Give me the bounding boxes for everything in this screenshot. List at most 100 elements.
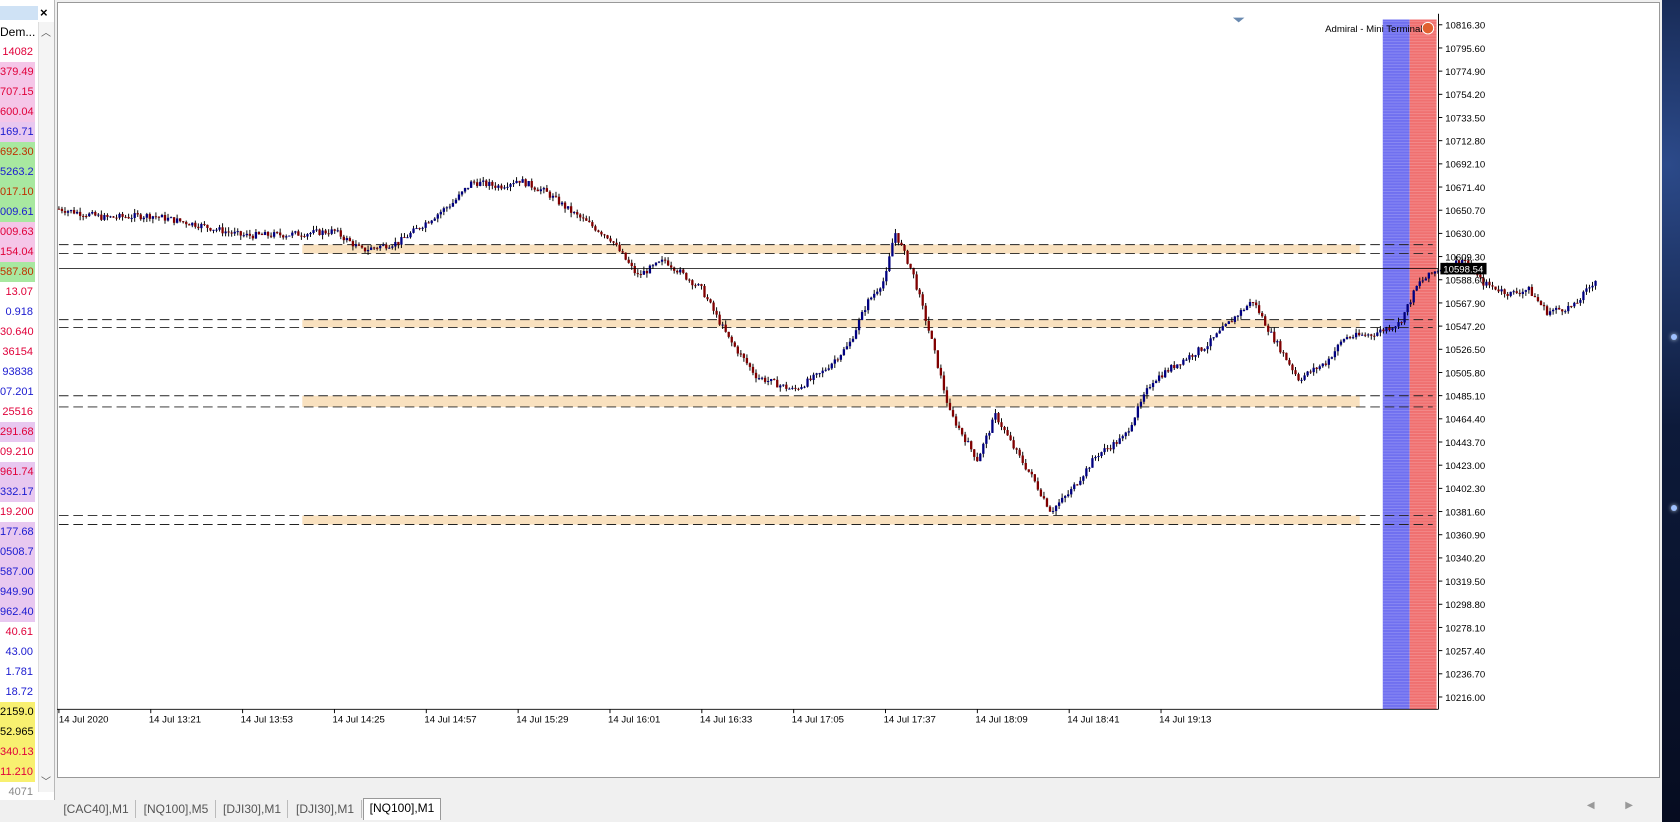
candle-body [57, 208, 61, 210]
candle-body [709, 299, 712, 303]
candle-body [1051, 511, 1055, 513]
candle-body [1003, 426, 1006, 431]
candle-body [660, 259, 664, 262]
candle-body [930, 330, 933, 339]
market-watch-value[interactable]: 52.965 [0, 722, 35, 742]
market-watch-value[interactable]: 587.00 [0, 562, 35, 582]
market-watch-value[interactable]: 07.201 [0, 382, 35, 402]
candle-body [257, 232, 261, 235]
candle-body [1367, 334, 1370, 336]
candle-body [182, 221, 185, 223]
candle-body [169, 217, 173, 219]
candle-body [1591, 285, 1594, 288]
candle-body [1561, 309, 1564, 312]
market-watch-value[interactable]: 2159.0 [0, 702, 35, 722]
market-watch-value[interactable]: 332.17 [0, 482, 35, 502]
market-watch-value[interactable]: 949.90 [0, 582, 35, 602]
tab-scroll-arrows[interactable]: ◀ ▶ [1587, 800, 1647, 811]
candle-body [224, 231, 227, 234]
close-icon[interactable]: × [40, 5, 48, 20]
market-watch-value[interactable]: 19.200 [0, 502, 35, 522]
candle-body [773, 379, 776, 380]
market-watch-value[interactable]: 291.68 [0, 422, 35, 442]
market-watch-value[interactable]: 017.10 [0, 182, 35, 202]
market-watch-value[interactable]: 340.13 [0, 742, 35, 762]
market-watch-value[interactable]: 962.40 [0, 602, 35, 622]
market-watch-value[interactable]: 177.68 [0, 522, 35, 542]
candle-body [254, 232, 258, 239]
candle-body [1503, 289, 1506, 295]
market-watch-value[interactable]: 379.49 [0, 62, 35, 82]
market-watch-value[interactable]: 14082 [0, 42, 35, 62]
candle-body [791, 387, 794, 389]
candle-body [439, 211, 442, 215]
market-watch-value[interactable]: 4071 [0, 782, 35, 800]
market-watch-value[interactable]: 11.210 [0, 762, 35, 782]
tab-chart[interactable]: [DJI30],M1 [289, 800, 362, 818]
market-watch-value[interactable]: 009.63 [0, 222, 35, 242]
market-watch-value[interactable]: 600.04 [0, 102, 35, 122]
tab-chart[interactable]: [DJI30],M1 [217, 800, 288, 818]
tab-chart[interactable]: [NQ100],M5 [137, 800, 216, 818]
market-watch-value[interactable]: 25516 [0, 402, 35, 422]
market-watch-value[interactable]: 30.640 [0, 322, 35, 342]
market-watch-value[interactable]: 692.30 [0, 142, 35, 162]
candle-body [1527, 286, 1531, 291]
candle-body [1385, 327, 1388, 332]
candle-body [1330, 357, 1334, 359]
market-watch-value[interactable]: 169.71 [0, 122, 35, 142]
candle-body [1351, 337, 1355, 339]
market-watch-value[interactable]: 18.72 [0, 682, 35, 702]
market-watch-value[interactable]: 43.00 [0, 642, 35, 662]
market-watch-value[interactable]: 5263.2 [0, 162, 35, 182]
candle-body [521, 179, 524, 183]
candle-body [612, 241, 615, 243]
candle-body [857, 319, 861, 331]
market-watch-value[interactable]: 961.74 [0, 462, 35, 482]
candle-body [776, 379, 779, 388]
candle-body [185, 221, 188, 225]
market-watch-scrollbar[interactable]: ︿ ﹀ [38, 22, 54, 792]
price-chart[interactable]: Admiral - Mini Terminal 10816.30 10795.60 1… [57, 0, 1597, 773]
mini-terminal-label[interactable]: Admiral - Mini Terminal [1325, 24, 1422, 35]
candle-body [851, 338, 855, 342]
candle-body [1415, 285, 1418, 291]
market-watch-value[interactable]: 36154 [0, 342, 35, 362]
market-watch-value[interactable]: 587.80 [0, 262, 35, 282]
tab-chart[interactable]: [CAC40],M1 [57, 800, 136, 818]
candle-body [336, 230, 339, 232]
candle-body [1582, 291, 1585, 301]
candle-body [409, 232, 412, 238]
candle-body [527, 181, 530, 187]
market-watch-value[interactable]: 154.04 [0, 242, 35, 262]
candle-body [548, 191, 552, 198]
mini-terminal-icon[interactable] [1421, 21, 1435, 35]
candle-body [697, 284, 700, 286]
candle-body [536, 189, 539, 192]
market-watch-value[interactable]: 93838 [0, 362, 35, 382]
market-watch-value[interactable]: 0.918 [0, 302, 35, 322]
candle-body [1182, 359, 1185, 365]
market-watch-value[interactable]: 13.07 [0, 282, 35, 302]
chevron-up-icon[interactable]: ︿ [41, 24, 51, 39]
candle-body [1318, 366, 1321, 369]
market-watch-value[interactable]: 009.61 [0, 202, 35, 222]
chevron-down-icon[interactable]: ﹀ [41, 773, 51, 788]
y-tick-label: 10733.50 [1445, 113, 1485, 124]
market-watch-value[interactable]: 707.15 [0, 82, 35, 102]
market-watch-value[interactable]: 40.61 [0, 622, 35, 642]
candle-body [63, 211, 67, 213]
candle-body [679, 269, 682, 273]
market-watch-value[interactable]: 0508.7 [0, 542, 35, 562]
candle-body [333, 229, 336, 231]
candle-body [188, 224, 191, 226]
tab-chart[interactable]: [NQ100],M1 [363, 798, 441, 820]
candle-body [742, 353, 746, 358]
candle-body [1488, 281, 1491, 286]
candle-body [1054, 505, 1058, 512]
market-watch-value[interactable]: 1.781 [0, 662, 35, 682]
candle-body [1024, 462, 1027, 470]
y-tick-label: 10216.00 [1445, 693, 1485, 704]
market-watch-value[interactable]: 09.210 [0, 442, 35, 462]
shift-marker-icon[interactable] [1232, 17, 1245, 23]
